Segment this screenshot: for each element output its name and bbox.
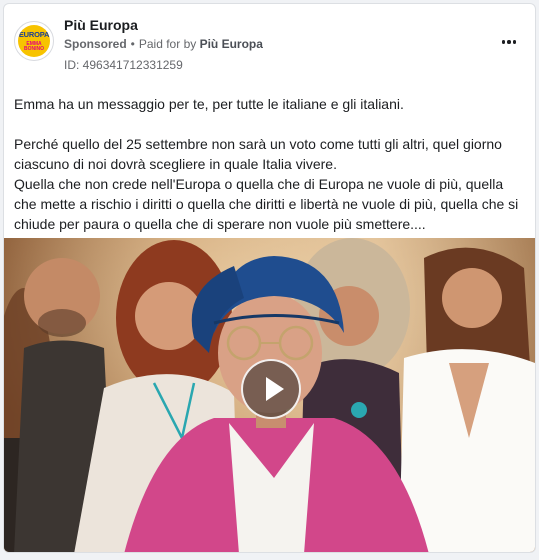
more-dot [507,40,511,44]
paid-for-prefix: Paid for by [138,37,197,51]
play-triangle [266,377,284,401]
body-line-1: Emma ha un messaggio per te, per tutte l… [14,96,404,112]
ad-body-text: Emma ha un messaggio per te, per tutte l… [14,94,529,234]
body-paragraph-2: Perché quello del 25 settembre non sarà … [14,136,502,172]
page-name[interactable]: Più Europa [64,17,138,33]
sponsored-label: Sponsored [64,37,127,51]
payer-name: Più Europa [199,37,263,51]
library-id: ID: 496341712331259 [64,58,183,72]
more-dot [501,40,506,44]
logo-bottom-line-2: BONINO [24,46,44,52]
party-logo: EUROPA EMMA BONINO [18,25,50,57]
more-dot [512,40,517,44]
ad-meta: Sponsored • Paid for by Più Europa [64,37,263,51]
page-avatar[interactable]: EUROPA EMMA BONINO [14,21,54,61]
body-paragraph-3: Quella che non crede nell'Europa o quell… [14,176,519,232]
more-horizontal-icon[interactable] [497,34,521,50]
play-icon[interactable] [241,359,301,419]
meta-separator: • [130,37,135,51]
ad-header: EUROPA EMMA BONINO Più Europa Sponsored •… [4,4,535,84]
logo-top-text: EUROPA [18,30,50,39]
ad-card: EUROPA EMMA BONINO Più Europa Sponsored •… [3,3,536,553]
video-thumbnail[interactable] [4,238,535,552]
logo-bottom-text: EMMA BONINO [18,42,50,52]
